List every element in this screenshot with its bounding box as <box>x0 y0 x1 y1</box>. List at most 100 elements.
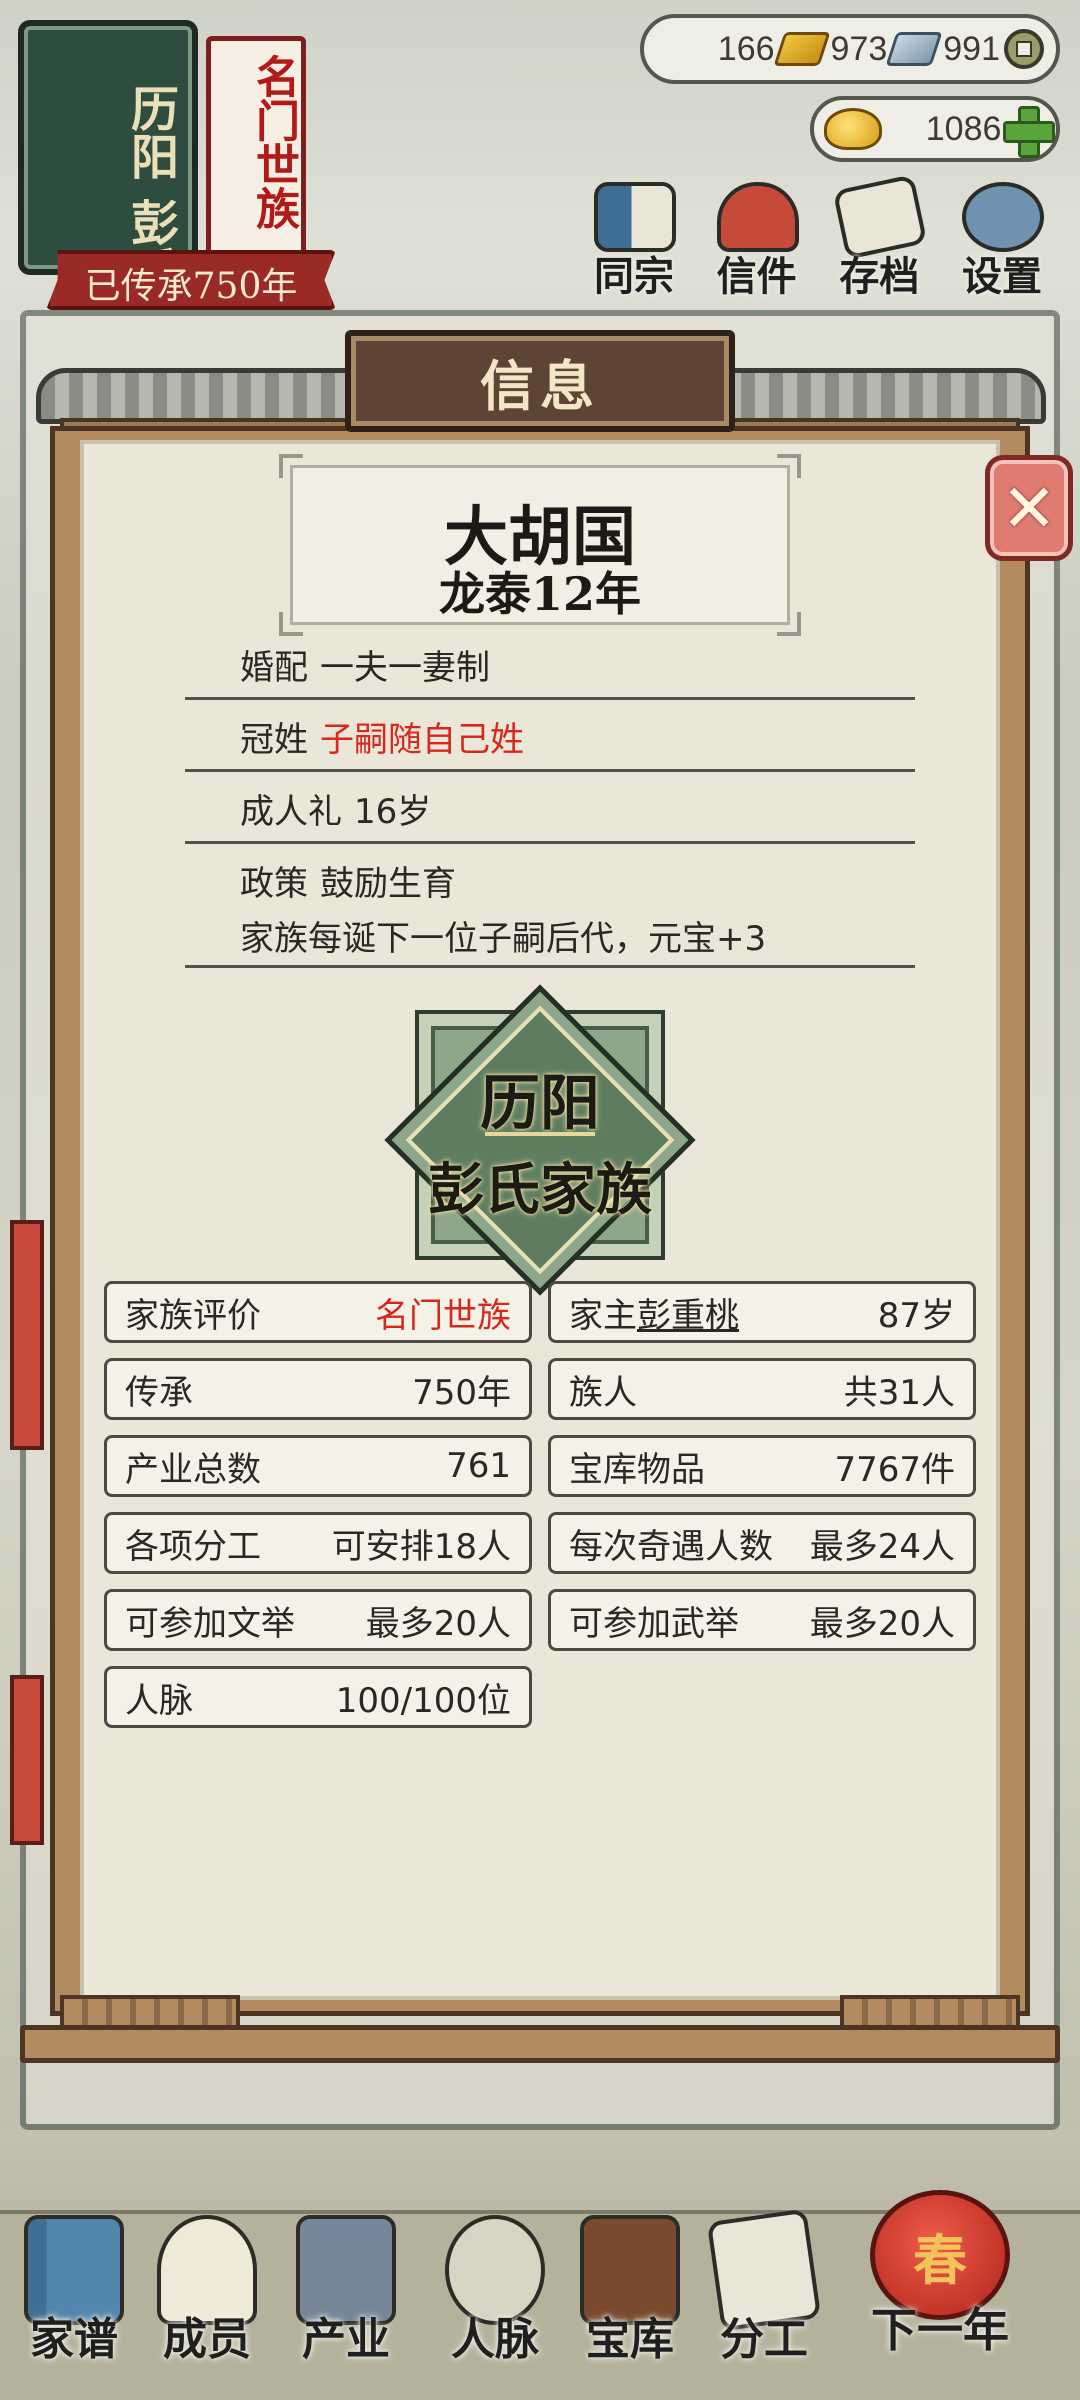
stat-industry-value: 761 <box>446 1446 511 1486</box>
menu-clan-label: 同宗 <box>594 253 674 300</box>
stat-industry-key: 产业总数 <box>125 1449 261 1490</box>
gold-value: 166 <box>717 29 775 68</box>
stat-treasury-value: 7767件 <box>834 1449 955 1490</box>
info-marriage-value: 一夫一妻制 <box>320 648 490 688</box>
stat-head-value: 87岁 <box>877 1295 955 1336</box>
stat-labor: 各项分工 可安排18人 <box>104 1512 532 1574</box>
add-ingot-button[interactable] <box>1001 104 1055 158</box>
stat-civil-exam: 可参加文举 最多20人 <box>104 1589 532 1651</box>
stat-connections: 人脉 100/100位 <box>104 1666 532 1728</box>
info-policy: 政策 鼓励生育 家族每诞下一位子嗣后代，元宝+3 <box>185 856 915 968</box>
next-year-label: 下一年 <box>871 2303 1009 2357</box>
menu-settings[interactable]: 设置 <box>946 182 1058 302</box>
stat-heritage: 传承 750年 <box>104 1358 532 1420</box>
stat-connections-key: 人脉 <box>125 1680 193 1721</box>
nav-members-label: 成员 <box>163 2314 251 2365</box>
stat-head[interactable]: 家主彭重桃 87岁 <box>548 1281 976 1343</box>
nav-labor-label: 分工 <box>720 2314 808 2365</box>
stat-military-exam-key: 可参加武举 <box>569 1603 739 1644</box>
family-region: 历阳 <box>122 84 178 180</box>
next-year-button[interactable]: 春 下一年 <box>850 2190 1030 2360</box>
menu-mail[interactable]: 信件 <box>701 182 813 302</box>
gold-bar-icon <box>773 32 831 66</box>
top-menu: 同宗 信件 存档 设置 <box>578 174 1058 302</box>
nav-genealogy-label: 家谱 <box>30 2314 118 2365</box>
panel-base <box>20 1995 1060 2075</box>
stat-rating: 家族评价 名门世族 <box>104 1281 532 1343</box>
emblem-region: 历阳 <box>480 1069 600 1139</box>
family-emblem: 历阳 彭氏家族 <box>360 960 720 1320</box>
stat-connections-value: 100/100位 <box>335 1680 511 1721</box>
heritage-text: 已传承750年 <box>84 266 298 307</box>
info-marriage-key: 婚配 <box>240 648 308 688</box>
stat-members: 族人 共31人 <box>548 1358 976 1420</box>
stat-encounter-key: 每次奇遇人数 <box>569 1526 773 1567</box>
stat-industry: 产业总数 761 <box>104 1435 532 1497</box>
stat-military-exam: 可参加武举 最多20人 <box>548 1589 976 1651</box>
family-plaque[interactable]: 历阳 彭氏 名门世族 已传承750年 <box>14 14 336 310</box>
nav-connections-label: 人脉 <box>451 2314 539 2365</box>
stat-heritage-value: 750年 <box>412 1372 511 1413</box>
stat-members-key: 族人 <box>569 1372 637 1413</box>
coin-value: 991 <box>943 29 1000 68</box>
letter-icon <box>716 182 799 252</box>
stat-rating-key: 家族评价 <box>125 1295 261 1336</box>
stat-rating-value: 名门世族 <box>375 1295 511 1336</box>
nav-members[interactable]: 成员 <box>143 2175 271 2375</box>
nav-industry[interactable]: 产业 <box>282 2175 410 2375</box>
ingot-value: 1086 <box>925 109 1002 148</box>
nav-industry-label: 产业 <box>302 2314 390 2365</box>
gear-icon <box>961 182 1044 252</box>
menu-save-label: 存档 <box>839 253 920 300</box>
stat-civil-exam-key: 可参加文举 <box>125 1603 295 1644</box>
info-policy-value: 鼓励生育 <box>320 864 456 904</box>
info-marriage: 婚配 一夫一妻制 <box>185 640 915 700</box>
close-button[interactable]: ✕ <box>985 455 1073 561</box>
menu-save[interactable]: 存档 <box>823 174 935 302</box>
menu-clan[interactable]: 同宗 <box>578 182 690 302</box>
nation-era: 龙泰12年 <box>438 567 641 621</box>
nav-labor[interactable]: 分工 <box>700 2175 828 2375</box>
stat-labor-value: 可安排18人 <box>331 1526 511 1567</box>
stat-military-exam-value: 最多20人 <box>809 1603 955 1644</box>
info-adulthood-key: 成人礼 <box>240 792 342 832</box>
stat-labor-key: 各项分工 <box>125 1526 261 1567</box>
nav-genealogy[interactable]: 家谱 <box>10 2175 138 2375</box>
nav-connections[interactable]: 人脉 <box>431 2175 559 2375</box>
currency-bar: 166 973 991 <box>640 14 1060 84</box>
book-icon <box>594 182 676 252</box>
close-icon: ✕ <box>1001 469 1057 547</box>
silver-bar-icon <box>885 32 943 66</box>
panel-title: 信息 <box>480 353 600 418</box>
stat-treasury: 宝库物品 7767件 <box>548 1435 976 1497</box>
base-rail <box>20 2025 1060 2063</box>
info-surname-rule: 冠姓 子嗣随自己姓 <box>185 712 915 772</box>
info-policy-key: 政策 <box>240 864 308 904</box>
menu-settings-label: 设置 <box>961 253 1042 300</box>
info-adulthood: 成人礼 16岁 <box>185 784 915 844</box>
menu-mail-label: 信件 <box>716 253 797 300</box>
stat-members-value: 共31人 <box>843 1372 955 1413</box>
stat-head-label: 家主 <box>569 1295 637 1336</box>
emblem-family: 彭氏家族 <box>428 1157 652 1223</box>
panel-title-plaque: 信息 <box>345 330 735 432</box>
info-surname-key: 冠姓 <box>240 720 308 760</box>
stat-encounter-value: 最多24人 <box>809 1526 955 1567</box>
stat-heritage-key: 传承 <box>125 1372 193 1413</box>
copper-coin-icon <box>1004 29 1044 69</box>
nation-header: 大胡国 龙泰12年 <box>279 454 801 636</box>
info-surname-value: 子嗣随自己姓 <box>320 720 524 760</box>
ingot-bar: 1086 <box>810 96 1060 162</box>
stat-treasury-key: 宝库物品 <box>569 1449 705 1490</box>
spring-glyph: 春 <box>913 2227 967 2292</box>
stat-civil-exam-value: 最多20人 <box>365 1603 511 1644</box>
gold-ingot-icon <box>824 108 882 150</box>
nav-treasury[interactable]: 宝库 <box>566 2175 694 2375</box>
family-head-name-link[interactable]: 彭重桃 <box>637 1296 739 1336</box>
info-policy-desc: 家族每诞下一位子嗣后代，元宝+3 <box>240 919 767 959</box>
family-rank: 名门世族 <box>248 54 299 230</box>
stat-head-key: 家主彭重桃 <box>569 1288 739 1337</box>
stat-encounter: 每次奇遇人数 最多24人 <box>548 1512 976 1574</box>
silver-value: 973 <box>830 29 888 68</box>
nav-treasury-label: 宝库 <box>586 2314 674 2365</box>
